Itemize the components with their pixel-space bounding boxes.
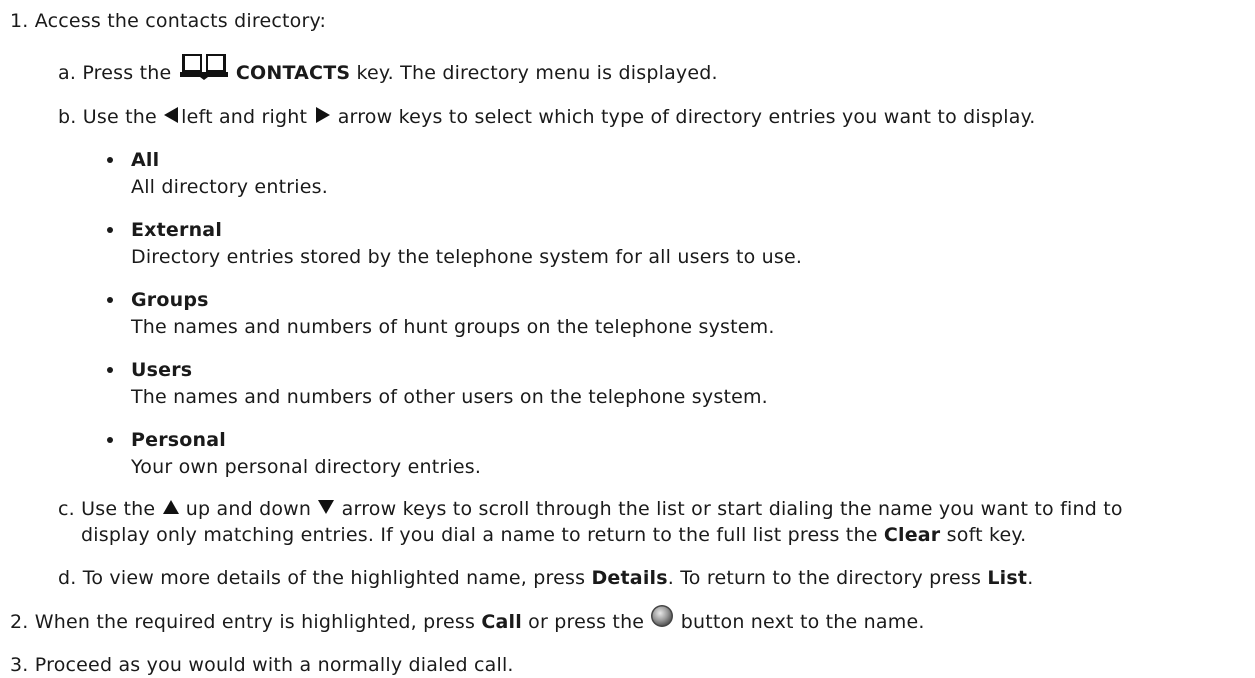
directory-type-description: Your own personal directory entries. [131,456,482,478]
details-key-label: Details [591,567,668,589]
directory-type-description: Directory entries stored by the telephon… [131,246,803,268]
step-2: 2. When the required entry is highlighte… [10,605,925,635]
step-number: c. [58,498,75,520]
step-text: display only matching entries. If you di… [81,524,878,546]
arrow-down-icon [317,497,335,523]
step-number: b. [58,106,77,128]
step-text: Press the [82,62,172,84]
bullet [107,297,113,303]
bullet [107,437,113,443]
book-icon [179,50,228,87]
step-text: Proceed as you would with a normally dia… [34,654,514,676]
arrow-left-icon [163,105,181,131]
step-text: soft key. [946,524,1027,546]
step-number: d. [58,567,77,589]
step-text: left and right [181,106,308,128]
step-text: Use the [81,498,156,520]
step-3: 3. Proceed as you would with a normally … [10,652,514,678]
bullet [107,227,113,233]
step-c-line-2: display only matching entries. If you di… [81,522,1026,548]
step-c: c. Use the up and down arrow keys to scr… [58,496,1123,523]
step-a: a. Press the CONTACTS key. The directory… [58,54,718,87]
directory-type-title: Groups [131,289,209,311]
step-text: or press the [528,611,645,633]
step-b: b. Use the left and right arrow keys to … [58,104,1036,131]
step-text: arrow keys to scroll through the list or… [341,498,1123,520]
instructions-document: 1. Access the contacts directory: a. Pre… [0,0,1255,678]
step-1: 1. Access the contacts directory: [10,8,326,34]
arrow-right-icon [313,105,331,131]
directory-type-title: Users [131,359,193,381]
step-text: When the required entry is highlighted, … [34,611,476,633]
bullet [107,367,113,373]
step-text: arrow keys to select which type of direc… [337,106,1036,128]
directory-type-title: All [131,149,160,171]
round-button-icon [650,604,674,635]
step-text: key. The directory menu is displayed. [356,62,718,84]
clear-key-label: Clear [883,524,941,546]
directory-type-description: The names and numbers of hunt groups on … [131,316,775,338]
step-text: Use the [82,106,157,128]
directory-type-title: External [131,219,223,241]
contacts-key-label: CONTACTS [235,62,351,84]
call-key-label: Call [481,611,522,633]
step-number: 2. [10,611,29,633]
directory-type-title: Personal [131,429,227,451]
step-text: button next to the name. [680,611,925,633]
step-text: To view more details of the highlighted … [82,567,586,589]
step-number: 3. [10,654,29,676]
arrow-up-icon [162,497,180,523]
step-text: . [1027,567,1034,589]
directory-type-description: The names and numbers of other users on … [131,386,768,408]
bullet [107,157,113,163]
step-text: Access the contacts directory: [34,10,327,32]
directory-type-description: All directory entries. [131,176,328,198]
list-key-label: List [987,567,1028,589]
step-number: 1. [10,10,29,32]
step-text: up and down [185,498,312,520]
step-number: a. [58,62,77,84]
step-text: . To return to the directory press [667,567,982,589]
step-d: d. To view more details of the highlight… [58,565,1033,591]
